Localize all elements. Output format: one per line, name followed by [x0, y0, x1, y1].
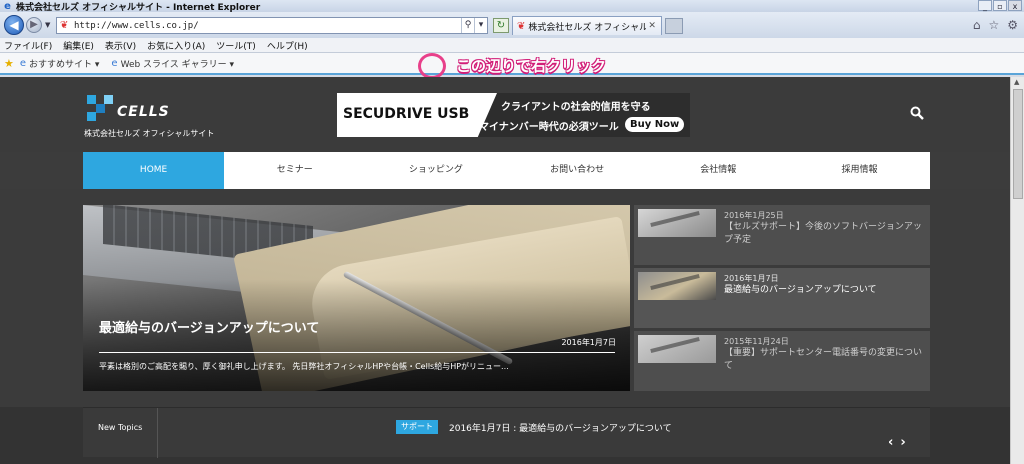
ie-logo-icon: e: [4, 0, 11, 12]
site-header: CELLS 株式会社セルズ オフィシャルサイト SECUDRIVE USB クラ…: [0, 77, 1010, 152]
browser-navbar: ◀ ▶ ▼ ❦ http://www.cells.co.jp/ ⚲ ▾ ↻ ❦ …: [0, 12, 1024, 38]
refresh-button[interactable]: ↻: [493, 18, 509, 33]
favorites-suggested-label: おすすめサイト ▾: [29, 59, 100, 70]
favorites-icon[interactable]: ★: [4, 57, 14, 70]
global-nav: HOME セミナー ショッピング お問い合わせ 会社情報 採用情報: [83, 152, 930, 189]
buy-now-button[interactable]: Buy Now: [625, 117, 685, 132]
tab-label: 株式会社セルズ オフィシャル...: [528, 22, 647, 33]
scroll-up-icon[interactable]: ▲: [1014, 78, 1019, 86]
address-bar[interactable]: ❦ http://www.cells.co.jp/ ⚲ ▾: [56, 17, 488, 34]
banner-line2: マイナンバー時代の必須ツール: [479, 122, 619, 133]
menu-help[interactable]: ヘルプ(H): [267, 39, 308, 52]
scrollbar-thumb[interactable]: [1013, 89, 1023, 199]
menu-favorites[interactable]: お気に入り(A): [147, 39, 205, 52]
back-button[interactable]: ◀: [4, 15, 24, 35]
window-controls: _ ▫ x: [978, 0, 1022, 11]
side-article-title[interactable]: 【重要】サポートセンター電話番号の変更について: [724, 347, 924, 373]
menu-tools[interactable]: ツール(T): [216, 39, 256, 52]
side-article-thumbnail: [638, 209, 716, 237]
favorites-web-slice-gallery[interactable]: e Web スライス ギャラリー ▾: [111, 57, 234, 70]
topic-pager: ‹ ›: [888, 435, 906, 450]
home-icon[interactable]: ⌂: [973, 18, 981, 32]
search-icon[interactable]: [910, 106, 924, 120]
menu-file[interactable]: ファイル(F): [4, 39, 52, 52]
favorites-suggested-sites[interactable]: e おすすめサイト ▾: [20, 57, 100, 70]
banner-product: SECUDRIVE USB: [343, 106, 470, 122]
hero-title[interactable]: 最適給与のバージョンアップについて: [99, 317, 319, 336]
favorites-star-icon[interactable]: ☆: [988, 18, 999, 32]
new-topics-label: New Topics: [98, 423, 143, 432]
side-article-date: 2016年1月25日: [724, 211, 784, 220]
address-url[interactable]: http://www.cells.co.jp/: [74, 21, 199, 31]
hero-date: 2016年1月7日: [561, 338, 616, 347]
hero-article[interactable]: 最適給与のバージョンアップについて 2016年1月7日 平素は格別のご高配を賜り…: [83, 205, 630, 391]
secudrive-banner[interactable]: SECUDRIVE USB クライアントの社会的信用を守る マイナンバー時代の必…: [337, 93, 690, 137]
new-topics-bar: New Topics サポート 2016年1月7日 : 最適給与のバージョンアッ…: [83, 407, 930, 458]
nav-shopping[interactable]: ショッピング: [365, 152, 506, 189]
window-titlebar: e 株式会社セルズ オフィシャルサイト - Internet Explorer …: [0, 0, 1024, 13]
logo-name: CELLS: [117, 104, 170, 120]
topics-divider: [157, 408, 158, 458]
ie-page-icon: e: [111, 57, 118, 69]
address-search-icon[interactable]: ⚲: [461, 18, 474, 33]
page-viewport: CELLS 株式会社セルズ オフィシャルサイト SECUDRIVE USB クラ…: [0, 77, 1010, 464]
hero-excerpt: 平素は格別のご高配を賜り、厚く御礼申し上げます。 先日弊社オフィシャルHPや台帳…: [99, 362, 509, 371]
side-article[interactable]: 2016年1月25日 【セルズサポート】今後のソフトバージョンアップ予定: [634, 205, 930, 265]
ie-page-icon: e: [19, 57, 27, 69]
side-article-date: 2015年11月24日: [724, 337, 789, 346]
close-window-button[interactable]: x: [1008, 0, 1022, 11]
main-content: 最適給与のバージョンアップについて 2016年1月7日 平素は格別のご高配を賜り…: [0, 189, 1010, 407]
side-article[interactable]: 2015年11月24日 【重要】サポートセンター電話番号の変更について: [634, 331, 930, 391]
browser-right-tools: ⌂ ☆ ⚙: [973, 18, 1018, 32]
tab-close-icon[interactable]: ✕: [648, 21, 656, 31]
nav-home[interactable]: HOME: [83, 152, 225, 189]
topic-headline[interactable]: 2016年1月7日 : 最適給与のバージョンアップについて: [449, 421, 672, 434]
topic-category-badge[interactable]: サポート: [396, 420, 438, 434]
browser-tab[interactable]: ❦ 株式会社セルズ オフィシャル... ✕: [512, 16, 662, 35]
new-tab-button[interactable]: [665, 18, 683, 34]
annotation-text: この辺りで右クリック: [456, 57, 607, 75]
window-title: 株式会社セルズ オフィシャルサイト - Internet Explorer: [16, 2, 261, 13]
forward-button[interactable]: ▶: [26, 17, 42, 33]
history-dropdown-icon[interactable]: ▼: [45, 21, 50, 29]
page-scrollbar[interactable]: ▲: [1010, 77, 1024, 464]
side-article-date: 2016年1月7日: [724, 274, 779, 283]
side-article-title[interactable]: 【セルズサポート】今後のソフトバージョンアップ予定: [724, 221, 924, 247]
side-article[interactable]: 2016年1月7日 最適給与のバージョンアップについて: [634, 268, 930, 328]
menu-edit[interactable]: 編集(E): [63, 39, 94, 52]
menu-view[interactable]: 表示(V): [105, 39, 136, 52]
banner-product-panel: SECUDRIVE USB: [337, 93, 497, 137]
banner-line1: クライアントの社会的信用を守る: [501, 102, 651, 113]
settings-gear-icon[interactable]: ⚙: [1007, 18, 1018, 32]
nav-seminar[interactable]: セミナー: [224, 152, 365, 189]
chevron-left-icon[interactable]: ‹: [888, 435, 893, 450]
site-favicon-icon: ❦: [60, 20, 69, 31]
nav-company[interactable]: 会社情報: [648, 152, 789, 189]
address-dropdown-icon[interactable]: ▾: [474, 18, 487, 33]
nav-contact[interactable]: お問い合わせ: [507, 152, 648, 189]
minimize-button[interactable]: _: [978, 0, 992, 11]
side-article-title[interactable]: 最適給与のバージョンアップについて: [724, 284, 924, 297]
hero-divider: [99, 352, 615, 353]
nav-recruit[interactable]: 採用情報: [789, 152, 930, 189]
annotation-circle: [418, 53, 446, 79]
cells-logo-icon: [87, 95, 113, 121]
menu-bar: ファイル(F) 編集(E) 表示(V) お気に入り(A) ツール(T) ヘルプ(…: [0, 38, 1024, 53]
logo-subtitle: 株式会社セルズ オフィシャルサイト: [84, 129, 215, 138]
favorites-webslice-label: Web スライス ギャラリー ▾: [120, 59, 235, 70]
chevron-right-icon[interactable]: ›: [900, 435, 905, 450]
side-article-list: 2016年1月25日 【セルズサポート】今後のソフトバージョンアップ予定 201…: [634, 205, 930, 394]
side-article-thumbnail: [638, 335, 716, 363]
restore-button[interactable]: ▫: [993, 0, 1007, 11]
side-article-thumbnail: [638, 272, 716, 300]
tab-favicon-icon: ❦: [517, 20, 526, 32]
